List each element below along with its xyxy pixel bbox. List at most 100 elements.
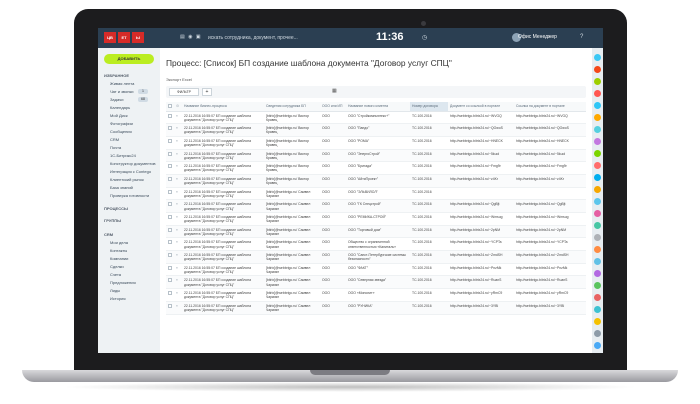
menu-item[interactable]: Конструктор документов [110, 161, 156, 166]
row-checkbox[interactable] [166, 212, 174, 226]
menu-item[interactable]: История [110, 296, 126, 301]
table-cell[interactable]: http://webbrigo.bitrix24.ru/~WVGQ [514, 111, 586, 125]
menu-section-crm[interactable]: CRM [104, 232, 113, 237]
row-checkbox[interactable] [166, 263, 174, 277]
row-menu-icon[interactable]: ≡ [174, 263, 182, 277]
row-menu-icon[interactable]: ≡ [174, 187, 182, 201]
table-row[interactable]: ≡ 22.11.2016 16:55:07 БП создание шаблона… [166, 161, 586, 175]
row-checkbox[interactable] [166, 237, 174, 252]
row-menu-icon[interactable]: ≡ [174, 212, 182, 226]
contact-avatar-icon[interactable] [594, 270, 601, 277]
table-cell[interactable]: http://webbrigo.bitrix24.ru/~YCPTa [448, 237, 514, 252]
contact-avatar-icon[interactable] [594, 198, 601, 205]
contact-avatar-icon[interactable] [594, 66, 601, 73]
table-row[interactable]: ≡ 22.11.2016 16:55:07 БП создание шаблона… [166, 123, 586, 137]
row-checkbox[interactable] [166, 136, 174, 150]
menu-item[interactable]: Проверка готовности [110, 193, 149, 198]
row-checkbox[interactable] [166, 275, 174, 290]
row-checkbox[interactable] [166, 225, 174, 239]
user-name[interactable]: Офис Менеджер [518, 34, 557, 40]
row-menu-icon[interactable]: ≡ [174, 111, 182, 125]
contact-avatar-icon[interactable] [594, 246, 601, 253]
header-icons[interactable]: ▤ ◉ ▣ [180, 34, 202, 40]
contact-avatar-icon[interactable] [594, 210, 601, 217]
table-cell[interactable]: http://webbrigo.bitrix24.ru/~z4Kr [448, 174, 514, 188]
table-cell[interactable]: http://webbrigo.bitrix24.ru/~YCPTa [514, 237, 586, 252]
table-row[interactable]: ≡ 22.11.2016 16:55:07 БП создание шаблона… [166, 275, 586, 290]
contact-avatar-icon[interactable] [594, 114, 601, 121]
table-row[interactable]: ≡ 22.11.2016 16:55:07 БП создание шаблона… [166, 237, 586, 252]
table-cell[interactable]: http://webbrigo.bitrix24.ru/~z4Kr [514, 174, 586, 188]
contact-avatar-icon[interactable] [594, 78, 601, 85]
table-row[interactable]: ≡ 22.11.2016 16:55:07 БП создание шаблона… [166, 111, 586, 125]
menu-item[interactable]: Интеграция с Contego [110, 169, 151, 174]
row-checkbox[interactable] [166, 111, 174, 125]
menu-item[interactable]: Мои дела [110, 240, 128, 245]
contact-avatar-icon[interactable] [594, 282, 601, 289]
search-input[interactable]: искать сотрудника, документ, прочее... [208, 33, 318, 43]
contact-avatar-icon[interactable] [594, 102, 601, 109]
menu-section-groups[interactable]: ГРУППЫ [104, 218, 121, 223]
row-menu-icon[interactable]: ≡ [174, 149, 182, 163]
menu-item[interactable]: Календарь [110, 105, 130, 110]
contact-avatar-icon[interactable] [594, 342, 601, 349]
select-all-checkbox[interactable] [166, 102, 174, 112]
table-cell[interactable]: http://webbrigo.bitrix24.ru/~ZmdSH [514, 250, 586, 264]
menu-item[interactable]: 1С-Битрикс24 [110, 153, 136, 158]
table-cell[interactable]: http://webbrigo.bitrix24.ru/~ZmdSH [448, 250, 514, 264]
menu-section-favorites[interactable]: ИЗБРАННОЕ [104, 73, 129, 78]
help-icon[interactable]: ? [580, 34, 583, 40]
row-menu-icon[interactable]: ≡ [174, 301, 182, 315]
add-filter-button[interactable]: + [202, 88, 212, 96]
menu-item[interactable]: Контакты [110, 248, 127, 253]
menu-item[interactable]: Счета [110, 272, 121, 277]
row-menu-icon[interactable]: ≡ [174, 161, 182, 175]
row-checkbox[interactable] [166, 187, 174, 201]
table-row[interactable]: ≡ 22.11.2016 16:55:07 БП создание шаблона… [166, 174, 586, 188]
contact-avatar-icon[interactable] [594, 126, 601, 133]
row-menu-icon[interactable]: ≡ [174, 136, 182, 150]
table-cell[interactable]: http://webbrigo.bitrix24.ru/~2pNM [448, 225, 514, 239]
table-row[interactable]: ≡ 22.11.2016 16:55:07 БП создание шаблона… [166, 288, 586, 302]
table-cell[interactable]: http://webbrigo.bitrix24.ru/~Wmsug [514, 212, 586, 226]
menu-item[interactable]: Сделки [110, 264, 124, 269]
table-cell[interactable]: http://webbrigo.bitrix24.ru/~yRmC9 [514, 288, 586, 302]
row-checkbox[interactable] [166, 288, 174, 302]
row-menu-icon[interactable]: ≡ [174, 275, 182, 290]
add-button[interactable]: ДОБАВИТЬ [104, 54, 154, 64]
menu-item[interactable]: CRM [110, 137, 119, 142]
table-cell[interactable]: http://webbrigo.bitrix24.ru/~PnzMk [514, 263, 586, 277]
contact-avatar-icon[interactable] [594, 138, 601, 145]
table-row[interactable]: ≡ 22.11.2016 16:55:07 БП создание шаблона… [166, 263, 586, 277]
table-row[interactable]: ≡ 22.11.2016 16:55:07 БП создание шаблона… [166, 149, 586, 163]
menu-item[interactable]: Клиентский рынок [110, 177, 144, 182]
menu-item[interactable]: Задачи [110, 97, 123, 102]
row-checkbox[interactable] [166, 161, 174, 175]
table-cell[interactable]: http://webbrigo.bitrix24.ru/~WVGQ [448, 111, 514, 125]
contact-avatar-icon[interactable] [594, 258, 601, 265]
table-cell[interactable]: http://webbrigo.bitrix24.ru/~QgBjt [448, 199, 514, 213]
menu-item[interactable]: Чат и звонки [110, 89, 133, 94]
contact-avatar-icon[interactable] [594, 150, 601, 157]
row-menu-icon[interactable]: ≡ [174, 288, 182, 302]
row-menu-icon[interactable]: ≡ [174, 123, 182, 137]
column-header[interactable]: Сведения сотрудника БП [264, 102, 320, 112]
menu-section-processes[interactable]: ПРОЦЕССЫ [104, 206, 128, 211]
column-header[interactable]: Название бизнес-процесса [182, 102, 264, 112]
row-menu-icon[interactable]: ≡ [174, 225, 182, 239]
contact-avatar-icon[interactable] [594, 174, 601, 181]
table-cell[interactable]: http://webbrigo.bitrix24.ru/~HNECK [448, 136, 514, 150]
company-logo[interactable]: ЦВ ЕТ Ы [104, 32, 144, 44]
table-row[interactable]: ≡ 22.11.2016 16:55:07 БП создание шаблона… [166, 250, 586, 264]
table-cell[interactable]: http://webbrigo.bitrix24.ru/~5kuol [514, 149, 586, 163]
contact-avatar-icon[interactable] [594, 318, 601, 325]
contact-avatar-icon[interactable] [594, 54, 601, 61]
table-cell[interactable] [514, 187, 586, 201]
menu-item[interactable]: Лиды [110, 288, 120, 293]
table-cell[interactable]: http://webbrigo.bitrix24.ru/~3YBI [448, 301, 514, 315]
table-cell[interactable]: http://webbrigo.bitrix24.ru/~yRmC9 [448, 288, 514, 302]
contact-avatar-icon[interactable] [594, 162, 601, 169]
menu-item[interactable]: Мой Диск [110, 113, 128, 118]
column-header[interactable]: Название нового клиента [346, 102, 410, 112]
column-header[interactable]: ООО или ИП [320, 102, 346, 112]
